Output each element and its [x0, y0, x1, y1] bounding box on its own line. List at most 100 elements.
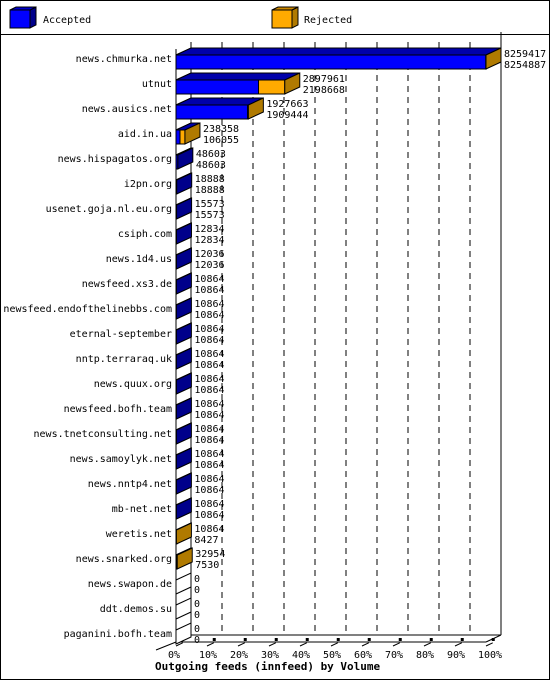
value-label-accepted: 10864 [194, 510, 224, 521]
x-tick [206, 642, 214, 647]
bar-accepted [175, 129, 181, 145]
bar-side [175, 372, 192, 395]
legend-swatch-accepted [9, 9, 31, 29]
category-label: i2pn.org [124, 179, 172, 190]
bar-group [175, 272, 192, 295]
bar-accepted [175, 104, 249, 120]
bar-side [175, 522, 192, 545]
value-label-total: 10864 [194, 349, 224, 360]
bar-group [175, 322, 192, 345]
bar-top [175, 72, 300, 81]
value-label-total: 2897961 [303, 74, 345, 85]
bar-group [175, 547, 193, 570]
bar-group [175, 472, 192, 495]
x-tick-mark [367, 638, 371, 641]
legend-item-rejected: Rejected [271, 6, 352, 29]
value-label-accepted: 10864 [194, 335, 224, 346]
axis-corner-tail [155, 641, 177, 651]
legend-item-accepted: Accepted [9, 6, 91, 29]
value-label-total: 12036 [194, 249, 224, 260]
value-label-accepted: 10864 [194, 360, 224, 371]
x-tick [454, 642, 462, 647]
bar-group [175, 572, 192, 595]
category-label: news.1d4.us [106, 254, 172, 265]
bar-side [175, 422, 192, 445]
value-label-total: 8259417 [504, 49, 546, 60]
bar-group [175, 347, 192, 370]
bar-base-slab [175, 622, 192, 645]
value-label-accepted: 18888 [195, 185, 225, 196]
value-label-total: 18888 [195, 174, 225, 185]
bar-side [175, 272, 192, 295]
bar-group [175, 297, 192, 320]
value-label-accepted: 10864 [194, 435, 224, 446]
legend-swatch-rejected-side [291, 6, 299, 29]
value-label-accepted: 12036 [194, 260, 224, 271]
x-tick [423, 642, 431, 647]
value-label-accepted: 10864 [194, 485, 224, 496]
bar-group [175, 372, 192, 395]
value-label-accepted: 0 [194, 585, 200, 596]
bar-group [175, 197, 193, 220]
x-tick-mark [429, 638, 433, 641]
category-label: news.hispagatos.org [58, 154, 172, 165]
x-tick-mark [243, 638, 247, 641]
bar-top [175, 47, 502, 56]
value-label-accepted: 8427 [194, 535, 218, 546]
value-label-total: 1927663 [266, 99, 308, 110]
bar-side [175, 247, 192, 270]
value-label-total: 10864 [194, 399, 224, 410]
bar-side [175, 347, 192, 370]
x-tick-mark [212, 638, 216, 641]
value-label-total: 15573 [195, 199, 225, 210]
bar-side [175, 447, 192, 470]
bar-group [175, 597, 192, 620]
x-tick-mark [398, 638, 402, 641]
bar-side [175, 497, 192, 520]
value-label-accepted: 0 [194, 610, 200, 621]
bar-side [176, 547, 193, 570]
value-label-accepted: 15573 [195, 210, 225, 221]
value-label-total: 238358 [203, 124, 239, 135]
x-tick-mark [491, 638, 495, 641]
category-label: news.swapon.de [88, 579, 172, 590]
value-label-total: 10864 [194, 449, 224, 460]
value-label-accepted: 2198668 [303, 85, 345, 96]
chart-title: Outgoing feeds (innfeed) by Volume [155, 660, 381, 673]
value-label-total: 10864 [194, 324, 224, 335]
chart-svg: Accepted Rejected 0% 10% 20% 30% 40% 50% 60% 70… [3, 6, 546, 673]
value-label-accepted: 48603 [196, 160, 226, 171]
bar-group [175, 247, 192, 270]
x-tick [299, 642, 307, 647]
bar-base-slab [175, 597, 192, 620]
category-label: weretis.net [106, 529, 172, 540]
value-label-total: 0 [194, 574, 200, 585]
value-label-total: 10864 [194, 374, 224, 385]
bar-accepted [175, 79, 260, 95]
value-label-accepted: 1909444 [266, 110, 308, 121]
category-label: news.chmurka.net [76, 54, 172, 65]
legend-label-accepted: Accepted [43, 15, 91, 26]
category-label: news.nntp4.net [88, 479, 172, 490]
x-tick-mark [274, 638, 278, 641]
x-tick-label: 70% [385, 650, 403, 661]
x-tick-mark [460, 638, 464, 641]
bar-rejected [258, 79, 286, 95]
bar-group [175, 47, 502, 70]
category-label: paganini.bofh.team [64, 629, 172, 640]
category-label: csiph.com [118, 229, 172, 240]
category-label: eternal-september [70, 329, 172, 340]
x-tick [330, 642, 338, 647]
legend: Accepted Rejected [9, 6, 352, 29]
x-tick [361, 642, 369, 647]
category-label: newsfeed.endofthelinebbs.com [3, 304, 172, 315]
bar-group [175, 497, 192, 520]
bar-rejected [179, 129, 186, 145]
value-label-accepted: 10864 [194, 410, 224, 421]
bar-group [175, 397, 192, 420]
value-label-total: 12834 [194, 224, 224, 235]
bar-group [175, 422, 192, 445]
x-tick-label: 80% [416, 650, 434, 661]
bar-side [175, 397, 192, 420]
bar-side [175, 472, 192, 495]
